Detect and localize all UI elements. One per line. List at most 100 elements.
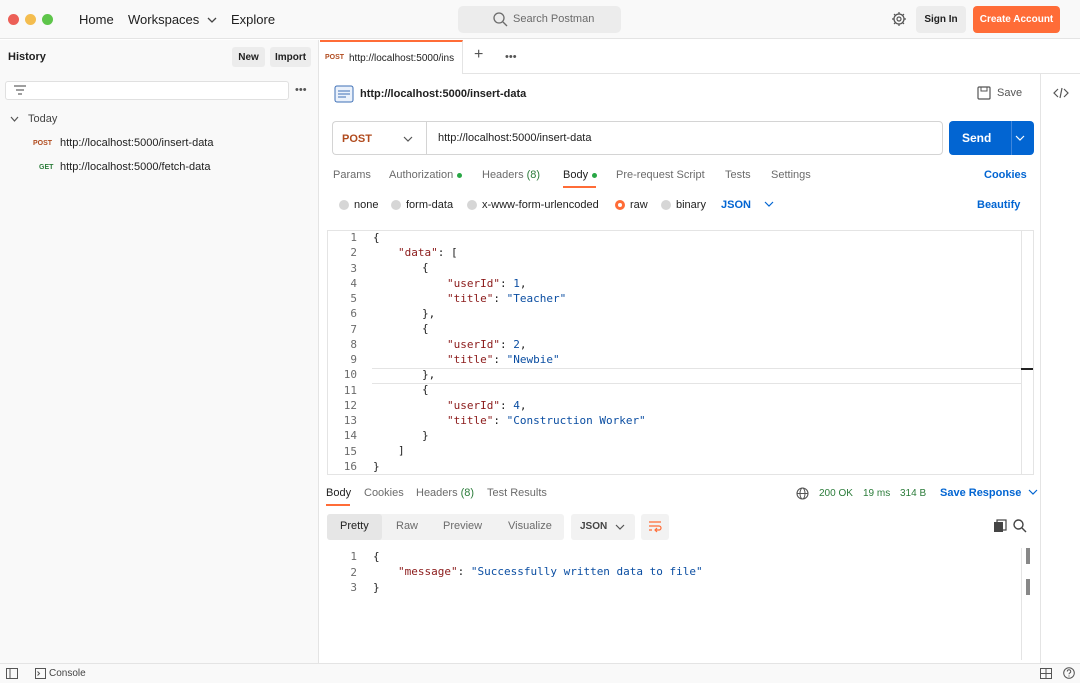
close-window-button[interactable] (8, 14, 19, 25)
format-pretty-label: Pretty (340, 520, 369, 532)
search-icon[interactable] (1013, 519, 1027, 533)
save-button[interactable]: Save (977, 86, 1022, 103)
help-icon[interactable] (1063, 667, 1075, 679)
filter-input[interactable] (5, 81, 289, 100)
radio-none[interactable] (339, 200, 349, 210)
line-number: 6 (350, 307, 357, 321)
tab-authorization[interactable]: Authorization (389, 169, 463, 181)
format-visualize-button[interactable]: Visualize (508, 520, 552, 532)
radio-urlencoded[interactable] (467, 200, 477, 210)
url-input[interactable]: http://localhost:5000/insert-data (426, 121, 943, 155)
create-account-button[interactable]: Create Account (973, 6, 1060, 33)
response-tab-body[interactable]: Body (326, 487, 351, 499)
code-line: "userId": 2, (447, 338, 527, 351)
response-active-indicator (326, 504, 350, 506)
line-number: 5 (350, 292, 357, 305)
code-line: { (373, 231, 380, 244)
headers-count: (8) (526, 169, 541, 181)
list-item[interactable]: GET http://localhost:5000/fetch-data (0, 157, 318, 177)
nav-home[interactable]: Home (79, 12, 114, 27)
code-line: } (373, 581, 380, 594)
chevron-down-icon (207, 17, 217, 23)
response-scroll-marker (1026, 548, 1030, 564)
list-item[interactable]: POST http://localhost:5000/insert-data (0, 133, 318, 153)
request-tab[interactable]: POST http://localhost:5000/ins (320, 40, 463, 74)
line-number: 4 (350, 276, 357, 290)
response-tab-headers[interactable]: Headers (8) (416, 487, 474, 499)
minimize-window-button[interactable] (25, 14, 36, 25)
radio-raw[interactable] (615, 200, 625, 210)
save-icon (977, 86, 991, 100)
tab-headers[interactable]: Headers (8) (482, 169, 540, 181)
globe-icon[interactable] (796, 487, 809, 500)
sidebar-more-icon[interactable]: ••• (295, 84, 307, 96)
format-raw-button[interactable]: Raw (396, 520, 418, 532)
status-code[interactable]: 200 OK (819, 488, 853, 499)
chevron-down-icon[interactable] (10, 115, 19, 123)
nav-workspaces[interactable]: Workspaces (128, 12, 217, 27)
tab-pre-request-script[interactable]: Pre-request Script (616, 169, 705, 181)
import-button[interactable]: Import (270, 47, 311, 67)
response-scrollbar-track[interactable] (1021, 548, 1022, 660)
response-format-select[interactable]: JSON (571, 514, 635, 540)
code-icon[interactable] (1053, 87, 1069, 99)
save-response-button[interactable]: Save Response (940, 487, 1038, 499)
tab-more-icon[interactable]: ••• (505, 51, 517, 63)
format-preview-button[interactable]: Preview (443, 520, 482, 532)
response-time[interactable]: 19 ms (863, 488, 890, 499)
sign-in-button[interactable]: Sign In (916, 6, 966, 33)
nav-workspaces-label: Workspaces (128, 12, 200, 27)
maximize-window-button[interactable] (42, 14, 53, 25)
add-tab-icon[interactable]: + (474, 46, 483, 64)
search-bar[interactable]: Search Postman (458, 6, 621, 33)
beautify-button[interactable]: Beautify (977, 199, 1020, 211)
radio-form-data[interactable] (391, 200, 401, 210)
top-bar: Home Workspaces Explore Search Postman S… (0, 0, 1080, 39)
tab-body[interactable]: Body (563, 169, 598, 181)
send-label: Send (962, 131, 992, 145)
code-line: "title": "Newbie" (447, 353, 560, 366)
send-button[interactable]: Send (949, 121, 1034, 155)
response-size[interactable]: 314 B (900, 488, 926, 499)
wrap-lines-button[interactable] (641, 514, 669, 540)
line-number: 1 (350, 550, 357, 563)
cookies-link[interactable]: Cookies (984, 169, 1027, 181)
console-icon (35, 668, 46, 679)
toggle-sidebar-icon[interactable] (6, 668, 18, 679)
tab-params[interactable]: Params (333, 169, 371, 181)
tab-tests[interactable]: Tests (725, 169, 751, 181)
method-select[interactable]: POST (332, 121, 426, 155)
line-number: 15 (343, 444, 357, 458)
gear-icon[interactable] (891, 11, 907, 27)
chevron-down-icon[interactable] (1015, 134, 1025, 142)
response-tab-cookies[interactable]: Cookies (364, 487, 404, 499)
layout-icon[interactable] (1040, 668, 1052, 679)
line-number: 2 (350, 565, 357, 579)
nav-explore[interactable]: Explore (231, 12, 275, 27)
tab-settings[interactable]: Settings (771, 169, 811, 181)
request-body-editor[interactable] (327, 230, 1034, 475)
response-tab-test-results[interactable]: Test Results (487, 487, 547, 499)
save-response-label: Save Response (940, 487, 1022, 499)
radio-urlencoded-label: x-www-form-urlencoded (482, 199, 599, 211)
line-number: 8 (350, 337, 357, 351)
request-name[interactable]: http://localhost:5000/insert-data (360, 88, 526, 100)
editor-scrollbar-track (1021, 231, 1022, 474)
code-line: }, (422, 307, 436, 320)
radio-binary[interactable] (661, 200, 671, 210)
tab-title: http://localhost:5000/ins (349, 53, 455, 64)
code-line: { (373, 550, 380, 563)
console-button[interactable]: Console (49, 668, 86, 679)
new-button[interactable]: New (232, 47, 265, 67)
copy-icon[interactable] (993, 519, 1007, 533)
filter-icon (14, 85, 26, 95)
line-number: 3 (350, 261, 357, 275)
radio-form-data-label: form-data (406, 199, 454, 211)
wrap-icon (649, 521, 662, 533)
right-rail (1040, 74, 1080, 663)
response-value: "Successfully written data to file" (470, 565, 703, 578)
body-format-select[interactable]: JSON (721, 199, 774, 211)
tab-method: POST (325, 54, 345, 61)
history-url: http://localhost:5000/fetch-data (60, 161, 211, 173)
code-line: } (422, 429, 429, 442)
